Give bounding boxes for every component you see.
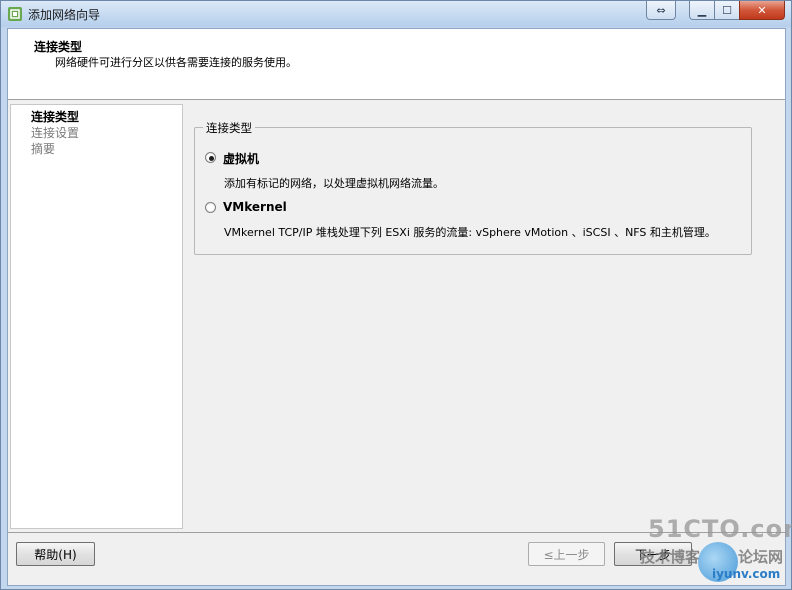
minimize-button[interactable]: ▁ <box>689 1 715 20</box>
help-button[interactable]: 帮助(H) <box>16 542 95 566</box>
close-button[interactable]: ✕ <box>739 1 785 20</box>
watermark-site-text: iyunv.com <box>712 567 781 581</box>
wizard-window: 添加网络向导 ⇔ ▁ ☐ ✕ 连接类型 网络硬件可进行分区以供各需要连接的服务使… <box>0 0 792 590</box>
step-connection-type[interactable]: 连接类型 <box>31 108 79 125</box>
wizard-steps: 连接类型 连接设置 摘要 <box>10 104 183 529</box>
group-title: 连接类型 <box>203 120 255 136</box>
option-vmkernel-label[interactable]: VMkernel <box>223 200 287 214</box>
maximize-button[interactable]: ☐ <box>714 1 740 20</box>
watermark-bottom-text: 技术博客 <box>640 548 701 566</box>
back-button[interactable]: ≤上一步 <box>528 542 605 566</box>
page-title: 连接类型 <box>34 40 83 54</box>
option-virtual-machine-description: 添加有标记的网络，以处理虚拟机网络流量。 <box>224 177 444 190</box>
window-title: 添加网络向导 <box>28 8 101 22</box>
dialog-client: 连接类型 网络硬件可进行分区以供各需要连接的服务使用。 连接类型 连接设置 摘要… <box>7 28 786 586</box>
option-virtual-machine-label[interactable]: 虚拟机 <box>223 150 259 167</box>
swap-icon[interactable]: ⇔ <box>646 1 676 20</box>
step-connection-settings[interactable]: 连接设置 <box>31 124 79 141</box>
radio-virtual-machine[interactable] <box>205 152 216 163</box>
wizard-header: 连接类型 网络硬件可进行分区以供各需要连接的服务使用。 <box>8 29 785 100</box>
radio-vmkernel[interactable] <box>205 202 216 213</box>
page-subtitle: 网络硬件可进行分区以供各需要连接的服务使用。 <box>55 56 297 69</box>
title-bar[interactable]: 添加网络向导 ⇔ ▁ ☐ ✕ <box>1 1 791 27</box>
watermark-top-text: 51CTO.com <box>648 515 792 543</box>
watermark: 51CTO.com 技术博客 论坛网 iyunv.com <box>640 515 792 590</box>
option-vmkernel-description: VMkernel TCP/IP 堆栈处理下列 ESXi 服务的流量: vSphe… <box>224 226 716 239</box>
watermark-suffix-text: 论坛网 <box>738 548 784 566</box>
vsphere-app-icon <box>8 7 22 21</box>
connection-type-group: 连接类型 虚拟机 添加有标记的网络，以处理虚拟机网络流量。 VMkernel V… <box>194 120 752 255</box>
step-summary[interactable]: 摘要 <box>31 140 55 157</box>
